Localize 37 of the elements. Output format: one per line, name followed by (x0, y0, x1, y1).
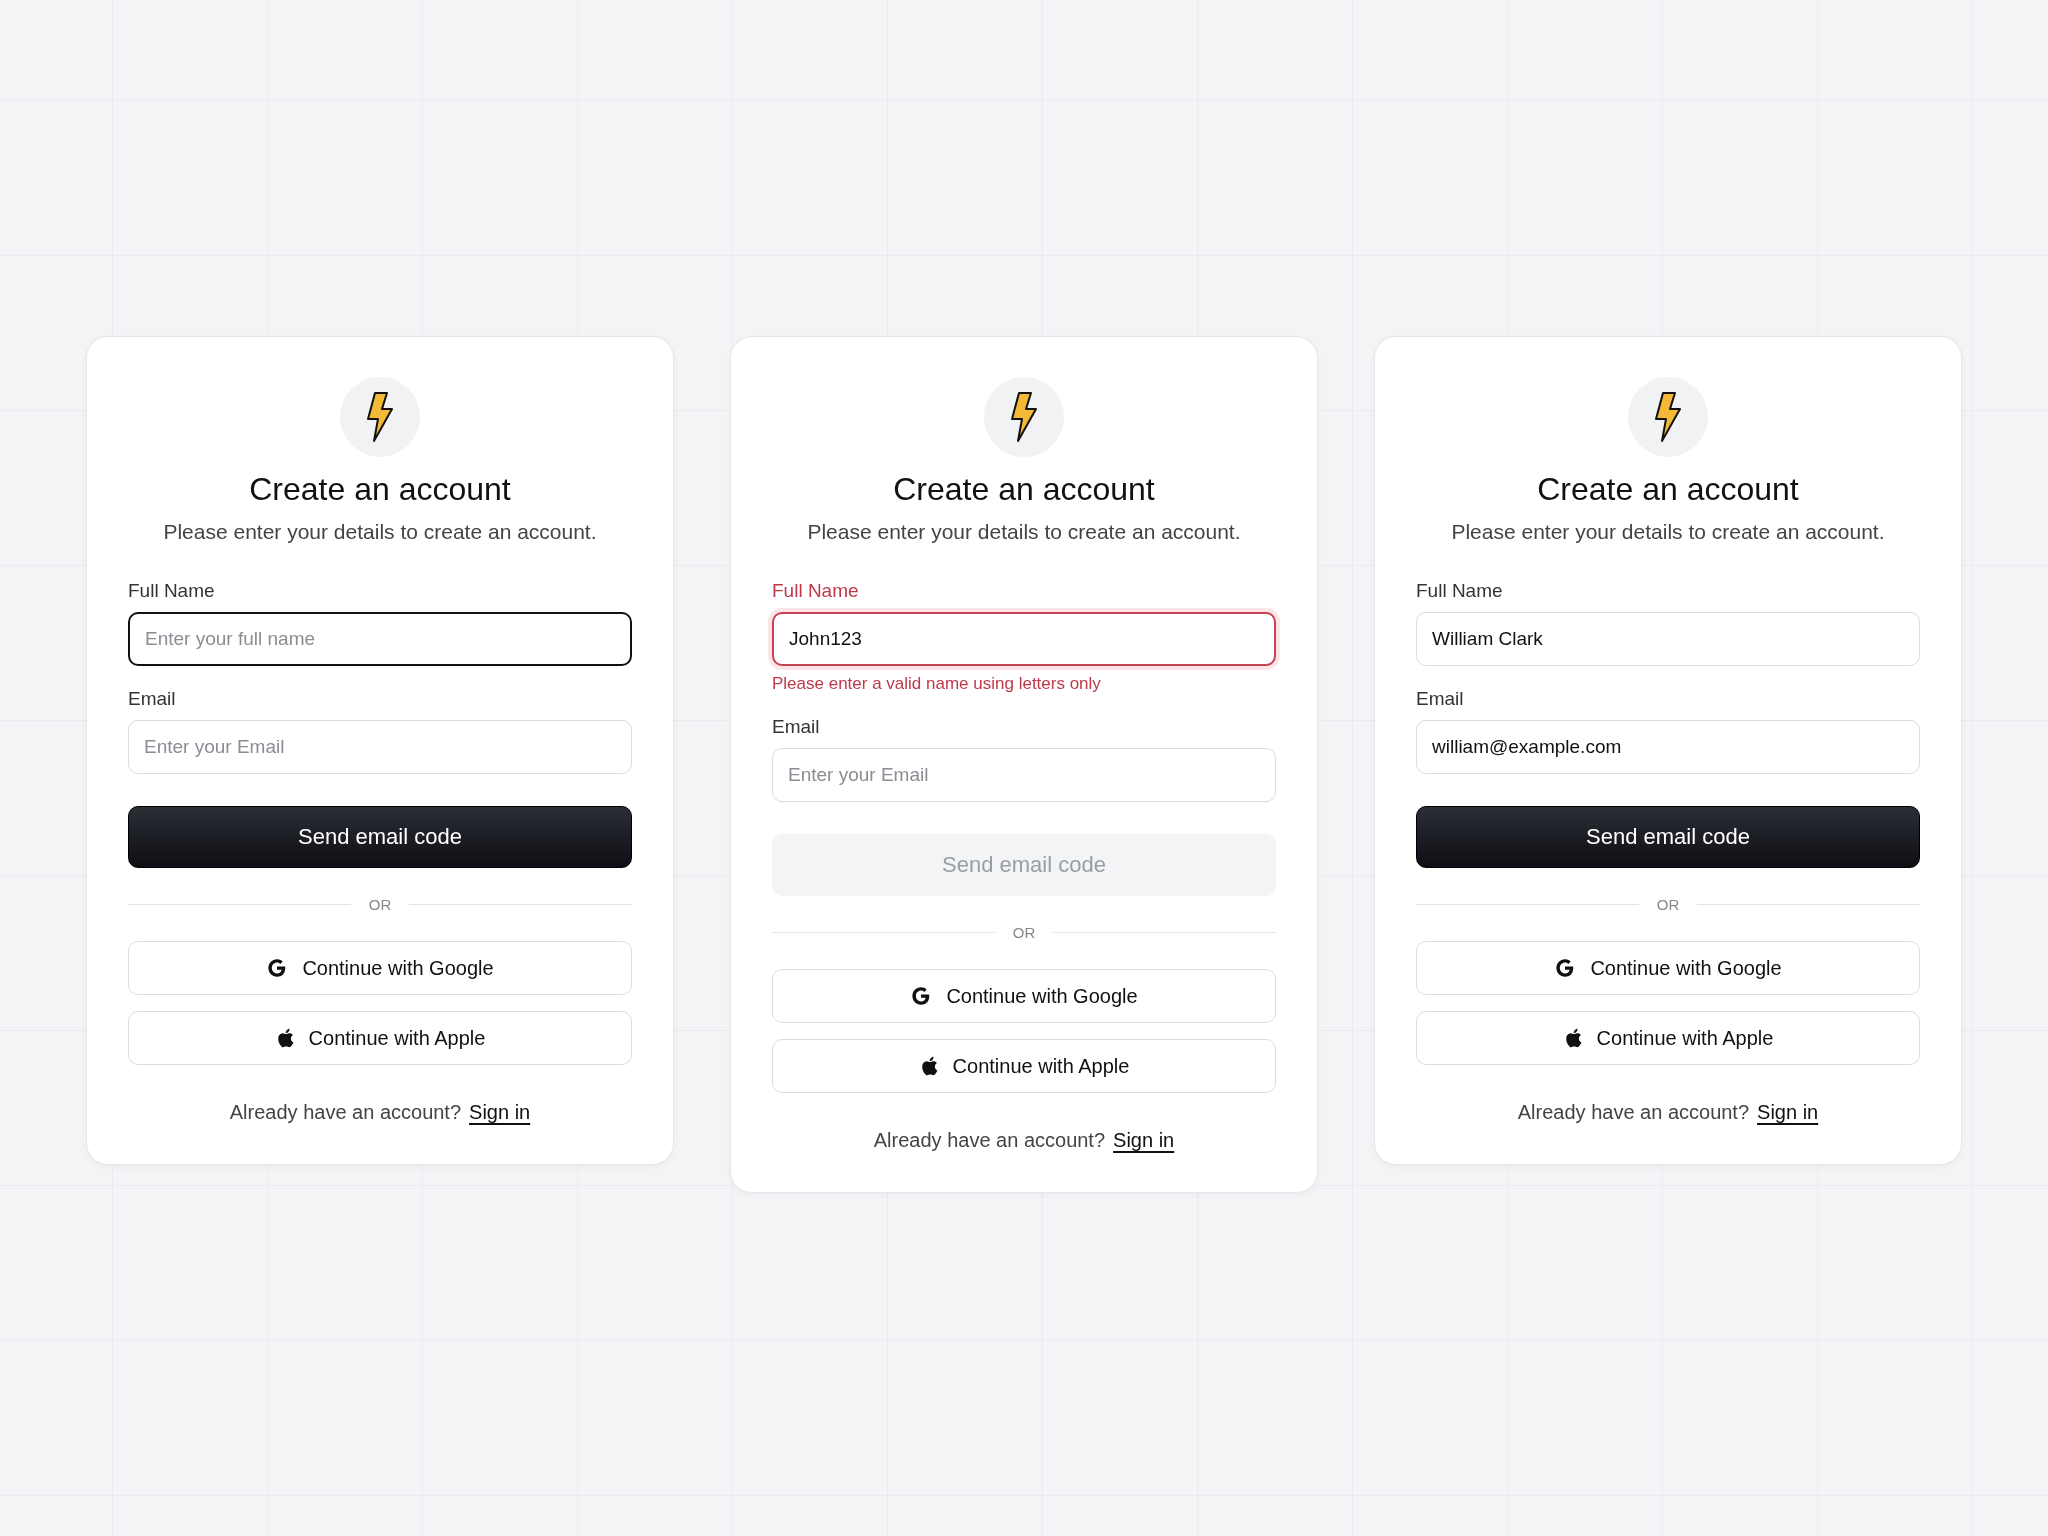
card-subtitle: Please enter your details to create an account. (1450, 520, 1886, 544)
sign-in-link[interactable]: Sign in (1757, 1101, 1819, 1124)
field-label: Email (1416, 688, 1465, 710)
social-login-button[interactable]: Continue with Apple (128, 1011, 632, 1065)
card-title: Create an account (1536, 471, 1800, 508)
social-login-button[interactable]: Continue with Google (772, 969, 1276, 1023)
input-field[interactable]: william@example.com (1416, 720, 1920, 774)
card-subtitle: Please enter your details to create an account. (806, 520, 1242, 544)
footer-text: Already have an account? (1517, 1101, 1750, 1124)
sign-in-link[interactable]: Sign in (469, 1101, 531, 1124)
field-label: Full Name (128, 580, 216, 602)
field-label: Email (128, 688, 177, 710)
divider-label: OR (1656, 896, 1680, 913)
social-login-button[interactable]: Continue with Google (1416, 941, 1920, 995)
field-label: Email (772, 716, 821, 738)
input-field[interactable]: William Clark (1416, 612, 1920, 666)
input-field[interactable]: Enter your full name (128, 612, 632, 666)
footer-text: Already have an account? (873, 1129, 1106, 1152)
divider-label: OR (368, 896, 392, 913)
lightning-icon (1653, 391, 1683, 443)
social-login-button[interactable]: Continue with Apple (1416, 1011, 1920, 1065)
field-label: Full Name (772, 580, 860, 602)
field-label: Full Name (1416, 580, 1504, 602)
card-title: Create an account (892, 471, 1156, 508)
footer-text: Already have an account? (229, 1101, 462, 1124)
card-title: Create an account (248, 471, 512, 508)
social-login-button[interactable]: Continue with Google (128, 941, 632, 995)
card-subtitle: Please enter your details to create an account. (162, 520, 598, 544)
social-login-button[interactable]: Continue with Apple (772, 1039, 1276, 1093)
sign-in-link[interactable]: Sign in (1113, 1129, 1175, 1152)
input-field[interactable]: John123 (772, 612, 1276, 666)
send-code-button[interactable]: Send email code (128, 806, 632, 868)
error-message: Please enter a valid name using letters only (772, 674, 1102, 694)
lightning-icon (1009, 391, 1039, 443)
send-code-button[interactable]: Send email code (1416, 806, 1920, 868)
divider-label: OR (1012, 924, 1036, 941)
lightning-icon (365, 391, 395, 443)
